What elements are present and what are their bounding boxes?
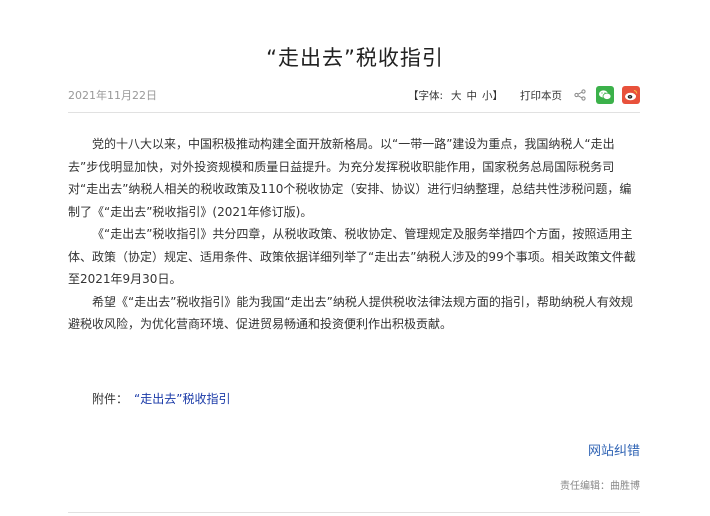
share-icon[interactable] [574, 89, 586, 101]
print-button[interactable]: 打印本页 [520, 88, 562, 103]
responsible-editor: 责任编辑：曲胜博 [560, 481, 640, 492]
report-error-link[interactable]: 网站纠错 [588, 440, 640, 459]
attachment-link[interactable]: “走出去”税收指引 [134, 392, 230, 406]
weibo-icon[interactable] [622, 86, 640, 104]
article-meta: 2021年11月22日 【字体: 大 中 小】 打印本页 [68, 84, 640, 106]
font-size-label: 【字体: [407, 89, 443, 102]
article-body: 党的十八大以来，中国积极推动构建全面开放新格局。以“一带一路”建设为重点，我国纳… [68, 133, 640, 336]
font-size-small[interactable]: 小】 [482, 88, 503, 103]
divider [68, 112, 640, 113]
toolbar: 【字体: 大 中 小】 打印本页 [408, 84, 640, 106]
attachment: 附件： “走出去”税收指引 [92, 390, 230, 407]
article-paragraph: 《“走出去”税收指引》共分四章，从税收政策、税收协定、管理规定及服务举措四个方面… [68, 227, 636, 286]
article-page: “走出去”税收指引 2021年11月22日 【字体: 大 中 小】 打印本页 党… [0, 0, 710, 516]
publish-date: 2021年11月22日 [68, 89, 157, 102]
attachment-label: 附件： [92, 392, 129, 406]
font-size-large[interactable]: 大 [451, 88, 462, 103]
article-paragraph: 党的十八大以来，中国积极推动构建全面开放新格局。以“一带一路”建设为重点，我国纳… [68, 137, 632, 219]
page-title: “走出去”税收指引 [266, 46, 444, 70]
font-size-medium[interactable]: 中 [467, 88, 478, 103]
wechat-icon[interactable] [596, 86, 614, 104]
divider [68, 512, 640, 513]
article-paragraph: 希望《“走出去”税收指引》能为我国“走出去”纳税人提供税收法律法规方面的指引，帮… [68, 294, 633, 332]
